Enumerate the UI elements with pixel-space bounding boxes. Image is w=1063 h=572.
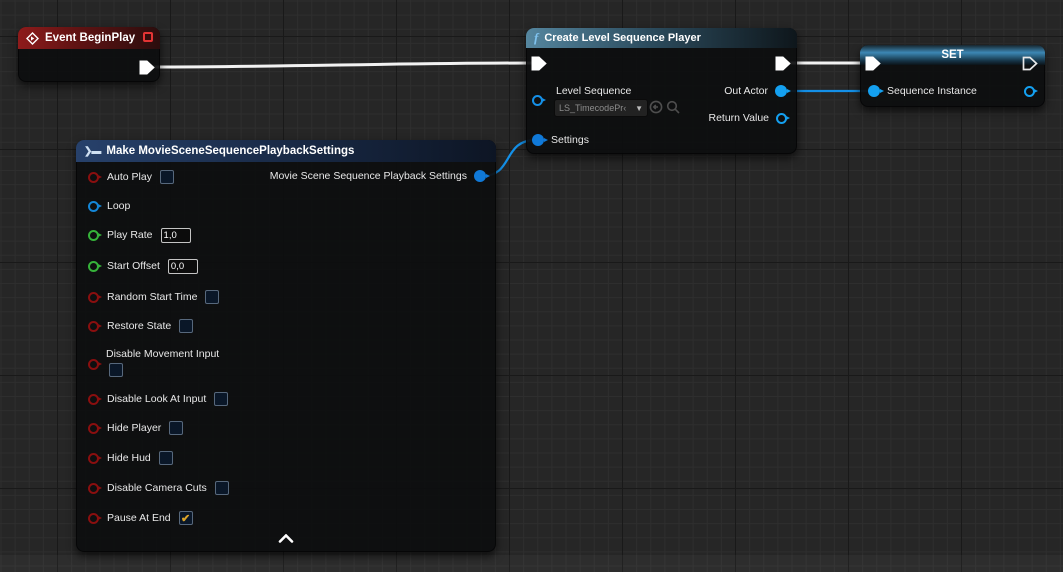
exec-out-pin[interactable] xyxy=(775,56,791,71)
bool-pin[interactable] xyxy=(88,513,99,524)
bool-pin[interactable] xyxy=(88,321,99,332)
row-hide-player: Hide Player xyxy=(88,418,183,438)
graph-bottom-strip xyxy=(0,555,1063,572)
settings-pin[interactable] xyxy=(532,134,544,146)
bool-pin[interactable] xyxy=(88,483,99,494)
sequence-instance-label: Sequence Instance xyxy=(887,85,977,97)
pin-label: Start Offset xyxy=(107,260,160,272)
auto-play-checkbox[interactable] xyxy=(160,170,174,184)
pin-label: Random Start Time xyxy=(107,291,197,303)
random-start-time-checkbox[interactable] xyxy=(205,290,219,304)
pin-label: Hide Player xyxy=(107,422,161,434)
row-random-start-time: Random Start Time xyxy=(88,287,219,307)
exec-in-pin[interactable] xyxy=(531,56,547,71)
float-pin[interactable] xyxy=(88,261,99,272)
delegate-pin[interactable] xyxy=(143,32,153,42)
struct-output-pin[interactable] xyxy=(474,170,486,182)
bool-pin[interactable] xyxy=(88,172,99,183)
exec-out-pin[interactable] xyxy=(139,60,155,75)
row-restore-state: Restore State xyxy=(88,316,193,336)
row-disable-camera-cuts: Disable Camera Cuts xyxy=(88,478,229,498)
bool-pin[interactable] xyxy=(88,423,99,434)
hide-player-checkbox[interactable] xyxy=(169,421,183,435)
settings-pin-row: Settings xyxy=(532,130,589,150)
node-title: SET xyxy=(941,49,963,61)
out-actor-row: Out Actor xyxy=(724,81,787,101)
bool-pin[interactable] xyxy=(88,359,99,370)
row-start-offset: Start Offset xyxy=(88,256,198,276)
struct-output-label: Movie Scene Sequence Playback Settings xyxy=(270,170,467,182)
return-value-pin[interactable] xyxy=(776,113,787,124)
pin-label: Restore State xyxy=(107,320,171,332)
disable-movement-input-checkbox[interactable] xyxy=(109,363,123,377)
pin-label: Disable Look At Input xyxy=(107,393,206,405)
node-event-beginplay[interactable]: Event BeginPlay xyxy=(18,27,160,82)
bool-pin[interactable] xyxy=(88,453,99,464)
pin-label: Loop xyxy=(107,200,130,212)
node-set-sequence-instance[interactable]: SET Sequence Instance xyxy=(860,45,1045,107)
exec-wire-beginplay-to-create xyxy=(150,63,536,67)
hide-hud-checkbox[interactable] xyxy=(159,451,173,465)
pin-label: Play Rate xyxy=(107,229,153,241)
out-actor-label: Out Actor xyxy=(724,85,768,97)
node-header[interactable]: Event BeginPlay xyxy=(18,27,160,49)
collapse-chevron-icon[interactable] xyxy=(278,534,294,543)
row-loop: Loop xyxy=(88,196,130,216)
restore-state-checkbox[interactable] xyxy=(179,319,193,333)
sequence-instance-out-pin[interactable] xyxy=(1024,86,1035,97)
row-auto-play: Auto Play xyxy=(88,167,174,187)
disable-camera-cuts-checkbox[interactable] xyxy=(215,481,229,495)
start-offset-input[interactable] xyxy=(168,259,198,274)
browse-magnifier-icon[interactable] xyxy=(666,100,680,114)
bool-pin[interactable] xyxy=(88,394,99,405)
bool-pin[interactable] xyxy=(88,292,99,303)
node-create-level-sequence-player[interactable]: f Create Level Sequence Player Level Seq… xyxy=(526,28,797,154)
node-header[interactable]: f Create Level Sequence Player xyxy=(526,28,797,48)
pin-label: Hide Hud xyxy=(107,452,151,464)
function-icon: f xyxy=(534,30,538,46)
sequence-instance-row: Sequence Instance xyxy=(868,81,977,101)
row-hide-hud: Hide Hud xyxy=(88,448,173,468)
node-header[interactable]: ❯▬ Make MovieSceneSequencePlaybackSettin… xyxy=(76,140,496,162)
return-value-label: Return Value xyxy=(708,112,769,124)
row-play-rate: Play Rate xyxy=(88,225,191,245)
pin-label: Disable Camera Cuts xyxy=(107,482,207,494)
dropdown-value: LS_TimecodePr‹ xyxy=(559,103,626,113)
struct-output-row: Movie Scene Sequence Playback Settings xyxy=(270,166,486,186)
play-rate-input[interactable] xyxy=(161,228,191,243)
sequence-instance-in-pin[interactable] xyxy=(868,85,880,97)
loop-pin[interactable] xyxy=(88,201,99,212)
level-sequence-label: Level Sequence xyxy=(556,85,631,97)
out-actor-pin[interactable] xyxy=(775,85,787,97)
exec-out-pin[interactable] xyxy=(1022,56,1038,71)
node-header[interactable]: SET xyxy=(860,45,1045,65)
return-value-row: Return Value xyxy=(708,108,787,128)
node-title: Make MovieSceneSequencePlaybackSettings xyxy=(106,145,354,157)
pin-label: Auto Play xyxy=(107,171,152,183)
row-disable-look-at-input: Disable Look At Input xyxy=(88,389,228,409)
node-title: Create Level Sequence Player xyxy=(544,32,701,44)
make-struct-icon: ❯▬ xyxy=(84,146,100,157)
float-pin[interactable] xyxy=(88,230,99,241)
row-pause-at-end: Pause At End ✔ xyxy=(88,508,193,528)
chevron-down-icon: ▼ xyxy=(635,104,643,113)
settings-label: Settings xyxy=(551,134,589,146)
pause-at-end-checkbox[interactable]: ✔ xyxy=(179,511,193,525)
event-icon xyxy=(26,32,39,45)
level-sequence-dropdown[interactable]: LS_TimecodePr‹ ▼ xyxy=(554,99,648,117)
level-sequence-pin[interactable] xyxy=(532,95,543,106)
node-make-playback-settings[interactable]: ❯▬ Make MovieSceneSequencePlaybackSettin… xyxy=(76,140,496,552)
pin-label: Pause At End xyxy=(107,512,171,524)
use-selected-icon[interactable] xyxy=(649,100,663,114)
exec-in-pin[interactable] xyxy=(865,56,881,71)
node-title: Event BeginPlay xyxy=(45,32,135,44)
disable-look-at-input-checkbox[interactable] xyxy=(214,392,228,406)
blueprint-graph-canvas[interactable]: Event BeginPlay f Create Level Sequence … xyxy=(0,0,1063,572)
pin-label: Disable Movement Input xyxy=(106,348,219,360)
